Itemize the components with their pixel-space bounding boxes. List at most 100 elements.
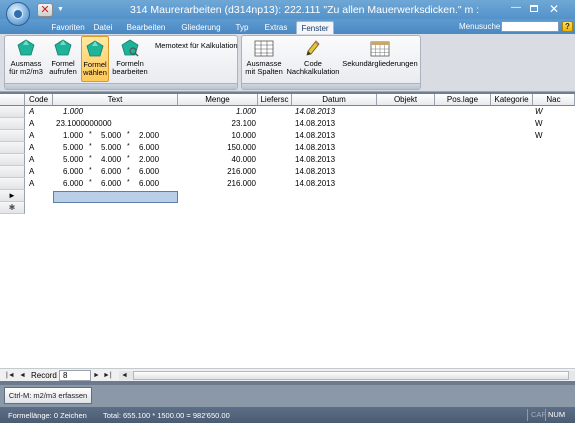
scrollbar-thumb[interactable] xyxy=(133,371,569,380)
cell-menge[interactable]: 40.000 xyxy=(178,154,256,166)
cell-text-factor2[interactable]: 4.000 xyxy=(101,154,121,166)
column-header-liefersc[interactable]: Liefersc xyxy=(258,94,292,106)
row-selector[interactable] xyxy=(0,130,25,142)
cell-text-factor3[interactable]: 2.000 xyxy=(139,154,159,166)
row-selector[interactable] xyxy=(0,166,25,178)
current-row-indicator[interactable]: ► xyxy=(0,190,25,202)
column-header-text[interactable]: Text xyxy=(53,94,178,106)
column-header-code[interactable]: Code xyxy=(25,94,53,106)
cell-datum[interactable]: 14.08.2013 xyxy=(295,178,335,190)
minimize-button[interactable]: — xyxy=(510,3,522,15)
cell-text-op1: * xyxy=(89,167,92,174)
cell-datum[interactable]: 14.08.2013 xyxy=(295,154,335,166)
scroll-left-icon[interactable]: ◄ xyxy=(121,371,128,380)
cell-menge[interactable]: 150.000 xyxy=(178,142,256,154)
cell-text-factor2[interactable]: 5.000 xyxy=(101,142,121,154)
cell-code[interactable]: A xyxy=(29,178,34,190)
cell-menge[interactable]: 23.100 xyxy=(178,118,256,130)
quick-access-dropdown-icon[interactable]: ▼ xyxy=(57,6,64,13)
tab-gliederung[interactable]: Gliederung xyxy=(178,21,224,34)
formel-aufrufen-button[interactable]: Formel aufrufen xyxy=(47,36,79,82)
code-nachkalkulation-button[interactable]: Code Nachkalkulation xyxy=(286,36,340,82)
cell-kategorie[interactable]: W xyxy=(535,106,543,118)
cell-datum[interactable]: 14.08.2013 xyxy=(295,106,335,118)
cell-menge[interactable]: 1.000 xyxy=(178,106,256,118)
active-text-cell[interactable] xyxy=(53,191,178,203)
cell-menge[interactable]: 216.000 xyxy=(178,178,256,190)
cell-text-factor2[interactable]: 5.000 xyxy=(101,130,121,142)
tab-extras[interactable]: Extras xyxy=(260,21,292,34)
row-selector[interactable] xyxy=(0,106,25,118)
ausmass-line2: für m2/m3 xyxy=(9,67,43,76)
cell-code[interactable]: A xyxy=(29,130,34,142)
column-header-kategorie[interactable]: Kategorie xyxy=(491,94,533,106)
new-row-indicator[interactable]: ✱ xyxy=(0,202,25,214)
formellaenge-status: Formellänge: 0 Zeichen xyxy=(8,411,87,420)
cell-kategorie[interactable]: W xyxy=(535,130,543,142)
row-selector[interactable] xyxy=(0,154,25,166)
horizontal-scrollbar[interactable]: ◄ xyxy=(119,371,575,380)
record-label: Record xyxy=(31,371,57,380)
cell-code[interactable]: A xyxy=(29,106,34,118)
cell-text-factor3[interactable]: 2.000 xyxy=(139,130,159,142)
cell-datum[interactable]: 14.08.2013 xyxy=(295,166,335,178)
cell-code[interactable]: A xyxy=(29,154,34,166)
maximize-button[interactable] xyxy=(528,3,540,15)
tab-bearbeiten[interactable]: Bearbeiten xyxy=(123,21,169,34)
cell-text-factor3[interactable]: 6.000 xyxy=(139,166,159,178)
help-icon[interactable]: ? xyxy=(562,21,573,32)
cell-text-factor1[interactable]: 6.000 xyxy=(63,178,83,190)
cell-kategorie[interactable]: W xyxy=(535,118,543,130)
row-selector[interactable] xyxy=(0,142,25,154)
grid-corner-header[interactable] xyxy=(0,94,25,106)
cell-text[interactable]: 23.1000000000 xyxy=(56,118,112,130)
cell-menge[interactable]: 10.000 xyxy=(178,130,256,142)
next-record-button[interactable]: ► xyxy=(93,371,100,380)
ausmasse-mit-spalten-button[interactable]: Ausmasse mit Spalten xyxy=(244,36,284,82)
cell-text-factor2[interactable]: 6.000 xyxy=(101,178,121,190)
first-record-button[interactable]: |◄ xyxy=(6,371,15,380)
column-header-datum[interactable]: Datum xyxy=(292,94,377,106)
cell-text-factor1[interactable]: 6.000 xyxy=(63,166,83,178)
formel-waehlen-button[interactable]: Formel wählen xyxy=(81,36,109,82)
previous-record-button[interactable]: ◄ xyxy=(19,371,26,380)
record-number-input[interactable]: 8 xyxy=(59,370,91,381)
cell-datum[interactable]: 14.08.2013 xyxy=(295,142,335,154)
cell-code[interactable]: A xyxy=(29,118,34,130)
column-header-objekt[interactable]: Objekt xyxy=(377,94,435,106)
cell-code[interactable]: A xyxy=(29,166,34,178)
cell-datum[interactable]: 14.08.2013 xyxy=(295,130,335,142)
maximize-icon xyxy=(530,5,538,12)
tab-typ[interactable]: Typ xyxy=(232,21,252,34)
cell-code[interactable]: A xyxy=(29,142,34,154)
app-logo-icon xyxy=(13,9,23,19)
cell-datum[interactable]: 14.08.2013 xyxy=(295,118,335,130)
tab-fenster[interactable]: Fenster xyxy=(296,21,334,34)
menusuche-input[interactable] xyxy=(501,21,559,32)
quick-access-close-icon[interactable]: ✕ xyxy=(37,3,53,17)
ausmass-m2m3-button[interactable]: Ausmass für m2/m3 xyxy=(7,36,45,82)
memotext-kalkulation-button[interactable]: Memotext für Kalkulation xyxy=(155,41,238,50)
last-record-button[interactable]: ►| xyxy=(103,371,112,380)
cell-text-factor1[interactable]: 1.000 xyxy=(63,130,83,142)
row-selector[interactable] xyxy=(0,178,25,190)
ribbon-group-formeln: Ausmass für m2/m3 Formel aufrufen Formel wä… xyxy=(4,35,238,90)
m2m3-erfassen-button[interactable]: Ctrl-M: m2/m3 erfassen xyxy=(4,387,92,404)
cell-text-factor1[interactable]: 5.000 xyxy=(63,154,83,166)
column-header-nac[interactable]: Nac xyxy=(533,94,575,106)
cell-menge[interactable]: 216.000 xyxy=(178,166,256,178)
sekundaergliederungen-button[interactable]: Sekundärgliederungen xyxy=(342,36,418,82)
cell-text-factor3[interactable]: 6.000 xyxy=(139,178,159,190)
cell-text-factor3[interactable]: 6.000 xyxy=(139,142,159,154)
column-header-poslage[interactable]: Pos.lage xyxy=(435,94,491,106)
column-header-menge[interactable]: Menge xyxy=(178,94,258,106)
tab-datei[interactable]: Datei xyxy=(88,21,118,34)
cell-text[interactable]: 1.000 xyxy=(63,106,83,118)
row-selector[interactable] xyxy=(0,118,25,130)
cell-text-factor2[interactable]: 6.000 xyxy=(101,166,121,178)
formeln-bearbeiten-button[interactable]: Formeln bearbeiten xyxy=(111,36,149,82)
close-window-button[interactable]: ✕ xyxy=(546,2,562,16)
app-menu-button[interactable] xyxy=(6,2,30,26)
cell-text-factor1[interactable]: 5.000 xyxy=(63,142,83,154)
tab-favoriten[interactable]: Favoriten xyxy=(48,21,88,34)
